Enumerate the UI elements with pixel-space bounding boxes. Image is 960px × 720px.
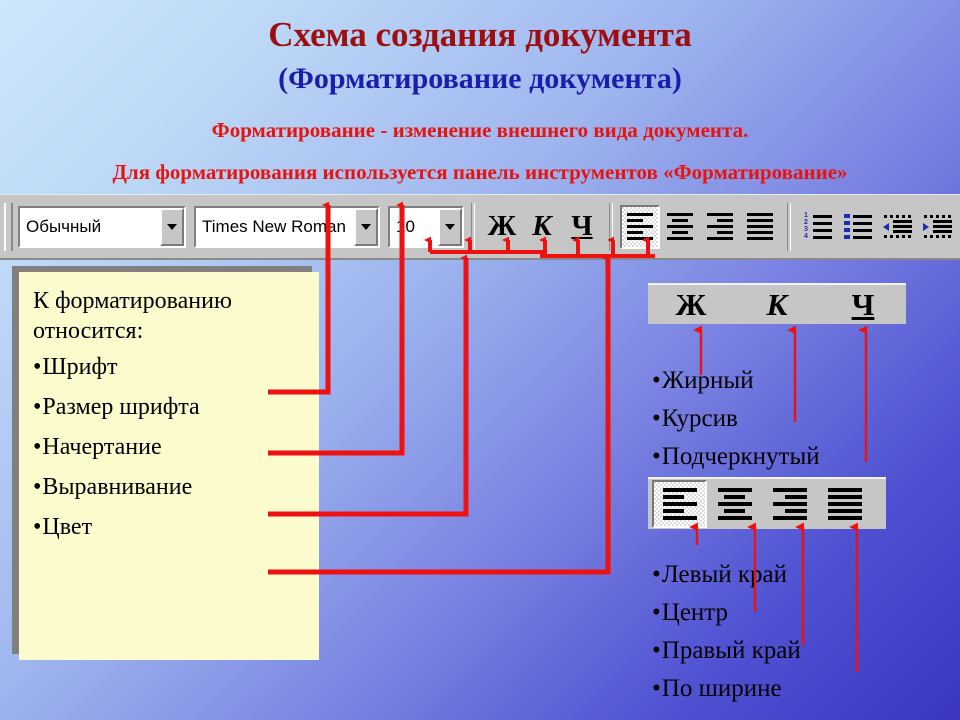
align-justify-button[interactable] — [817, 480, 872, 528]
list-item: Подчеркнутый — [652, 438, 820, 476]
font-size-combo-dropdown-button[interactable] — [438, 207, 462, 246]
align-left-button[interactable] — [620, 204, 660, 249]
align-center-icon — [717, 488, 752, 520]
lead-toolbar-text: Для форматирования используется панель и… — [112, 160, 848, 184]
align-right-button[interactable] — [762, 480, 817, 528]
style-combo[interactable]: Обычный — [18, 205, 186, 248]
font-size-combo[interactable]: 10 — [388, 205, 464, 248]
numbered-list-icon: 1 2 3 4 — [804, 212, 832, 240]
arrow-left-icon — [883, 222, 889, 231]
bulleted-list-icon — [844, 214, 872, 239]
align-left-icon — [627, 213, 653, 240]
bold-button[interactable]: Ж — [648, 285, 734, 324]
chevron-down-icon — [167, 223, 177, 230]
align-right-button[interactable] — [700, 205, 740, 249]
list-item: Начертание — [33, 432, 307, 462]
align-justify-icon — [747, 213, 773, 240]
style-combo-dropdown-button[interactable] — [160, 207, 184, 246]
align-justify-icon — [827, 488, 862, 520]
list-item: Выравнивание — [33, 472, 307, 502]
formatting-toolbar: Обычный Times New Roman 10 Ж К Ч 1 2 3 4 — [0, 194, 960, 260]
arrow-right-icon — [923, 222, 929, 231]
bulleted-list-button[interactable] — [838, 205, 878, 249]
underline-icon: Ч — [571, 210, 593, 242]
bic-caption-list: Жирный Курсив Подчеркнутый — [652, 362, 820, 476]
align-right-icon — [772, 488, 807, 520]
style-combo-value: Обычный — [26, 216, 102, 236]
align-left-button[interactable] — [652, 480, 707, 528]
italic-button[interactable]: К — [522, 205, 562, 249]
alignment-panel — [648, 477, 886, 529]
align-justify-button[interactable] — [740, 205, 780, 249]
italic-button[interactable]: К — [734, 285, 820, 324]
align-center-button[interactable] — [707, 480, 762, 528]
font-name-combo[interactable]: Times New Roman — [194, 205, 380, 248]
bold-icon: Ж — [487, 210, 517, 242]
bold-italic-underline-panel: Ж К Ч — [648, 283, 906, 324]
lead-definition-text: Форматирование - изменение внешнего вида… — [211, 118, 749, 142]
list-item: Жирный — [652, 362, 820, 400]
list-item: Левый край — [652, 556, 801, 594]
note-heading: К форматированию относится: — [33, 288, 232, 344]
bold-icon: Ж — [675, 287, 707, 322]
bold-button[interactable]: Ж — [482, 205, 522, 249]
align-right-icon — [707, 213, 733, 240]
toolbar-separator — [609, 202, 613, 251]
page-subtitle: (Форматирование документа) — [278, 62, 682, 95]
align-left-icon — [662, 488, 697, 520]
chevron-down-icon — [445, 223, 455, 230]
alignment-caption-list: Левый край Центр Правый край По ширине — [652, 556, 801, 708]
drag-grip-icon[interactable] — [4, 202, 13, 251]
list-item: Шрифт — [33, 352, 307, 382]
list-item: Цвет — [33, 512, 307, 542]
list-item: По ширине — [652, 670, 801, 708]
decrease-indent-button[interactable] — [878, 205, 918, 249]
underline-button[interactable]: Ч — [820, 285, 906, 324]
slide-canvas: Схема создания документа (Форматирование… — [0, 0, 960, 720]
page-title: Схема создания документа — [268, 15, 692, 54]
font-name-combo-dropdown-button[interactable] — [354, 207, 378, 246]
font-size-combo-value: 10 — [396, 216, 415, 236]
underline-icon: Ч — [851, 287, 875, 322]
font-name-combo-value: Times New Roman — [202, 216, 346, 236]
list-item: Центр — [652, 594, 801, 632]
note-list: Шрифт Размер шрифта Начертание Выравнива… — [33, 352, 307, 542]
toolbar-separator — [471, 202, 475, 251]
numbered-list-button[interactable]: 1 2 3 4 — [798, 205, 838, 249]
list-item: Размер шрифта — [33, 392, 307, 422]
toolbar-separator — [787, 202, 791, 251]
align-center-button[interactable] — [660, 205, 700, 249]
formatting-note-box: К форматированию относится: Шрифт Размер… — [19, 272, 319, 660]
align-center-icon — [667, 213, 693, 240]
italic-icon: К — [766, 287, 788, 322]
underline-button[interactable]: Ч — [562, 205, 602, 249]
list-item: Курсив — [652, 400, 820, 438]
increase-indent-button[interactable] — [918, 205, 958, 249]
italic-icon: К — [532, 210, 552, 242]
chevron-down-icon — [361, 223, 371, 230]
list-item: Правый край — [652, 632, 801, 670]
